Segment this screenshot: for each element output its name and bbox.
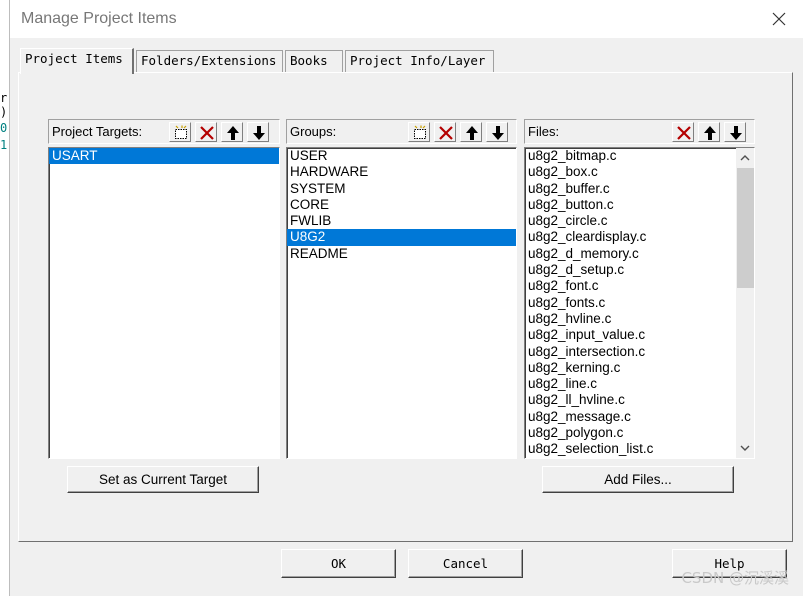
list-item-group[interactable]: USER xyxy=(287,148,516,164)
move-up-icon[interactable] xyxy=(221,122,243,142)
files-list-content: u8g2_bitmap.c u8g2_box.c u8g2_buffer.c u… xyxy=(525,148,754,458)
files-label: Files: xyxy=(528,124,560,139)
move-up-icon[interactable] xyxy=(460,122,482,142)
list-item-file[interactable]: u8g2_font.c xyxy=(525,278,734,294)
list-item-file[interactable]: u8g2_d_setup.c xyxy=(525,262,734,278)
list-item-file[interactable]: u8g2_bitmap.c xyxy=(525,148,734,164)
background-text-line: ) xyxy=(0,105,8,119)
list-item-file[interactable]: u8g2_d_memory.c xyxy=(525,246,734,262)
list-item-group[interactable]: U8G2 xyxy=(287,229,516,246)
new-group-icon[interactable] xyxy=(408,122,430,142)
window-title: Manage Project Items xyxy=(21,10,177,27)
tab-folders-extensions[interactable]: Folders/Extensions xyxy=(136,50,283,72)
project-targets-label: Project Targets: xyxy=(52,124,143,139)
list-item-file[interactable]: u8g2_polygon.c xyxy=(525,425,734,441)
list-item-group[interactable]: SYSTEM xyxy=(287,181,516,197)
tab-books[interactable]: Books xyxy=(285,50,343,72)
list-item-file[interactable]: u8g2_selection_list.c xyxy=(525,441,734,457)
groups-label: Groups: xyxy=(290,124,337,139)
new-target-icon[interactable] xyxy=(169,122,191,142)
project-targets-list[interactable]: USART xyxy=(48,147,280,459)
files-header: Files: xyxy=(524,119,755,144)
list-item-target[interactable]: USART xyxy=(49,148,279,165)
scroll-up-icon[interactable] xyxy=(736,149,754,167)
list-item-group[interactable]: CORE xyxy=(287,197,516,213)
tab-project-items[interactable]: Project Items xyxy=(20,48,134,74)
list-item-group[interactable]: HARDWARE xyxy=(287,164,516,180)
move-down-icon[interactable] xyxy=(486,122,508,142)
tab-project-info-layer[interactable]: Project Info/Layer xyxy=(345,50,494,72)
list-item-file[interactable]: u8g2_button.c xyxy=(525,197,734,213)
list-item-file[interactable]: u8g2_line.c xyxy=(525,376,734,392)
scroll-down-icon[interactable] xyxy=(736,439,754,457)
delete-target-icon[interactable] xyxy=(195,122,217,142)
scroll-thumb[interactable] xyxy=(737,168,754,288)
list-item-file[interactable]: u8g2_hvline.c xyxy=(525,311,734,327)
list-item-file[interactable]: u8g2_fonts.c xyxy=(525,295,734,311)
move-down-icon[interactable] xyxy=(724,122,746,142)
files-scrollbar[interactable] xyxy=(736,148,754,458)
background-text-line: 1 xyxy=(0,138,8,152)
files-group: Files: u8g2_bitmap.c u8g2_box.c u8g2_buf… xyxy=(524,119,755,459)
list-item-file[interactable]: u8g2_input_value.c xyxy=(525,327,734,343)
list-item-file[interactable]: u8g2_kerning.c xyxy=(525,360,734,376)
background-text-line: 0 xyxy=(0,121,8,135)
move-down-icon[interactable] xyxy=(247,122,269,142)
background-text-line: r xyxy=(0,91,8,105)
project-targets-group: Project Targets: USART xyxy=(48,119,280,459)
delete-file-icon[interactable] xyxy=(672,122,694,142)
list-item-file[interactable]: u8g2_intersection.c xyxy=(525,344,734,360)
delete-group-icon[interactable] xyxy=(434,122,456,142)
files-list[interactable]: u8g2_bitmap.c u8g2_box.c u8g2_buffer.c u… xyxy=(524,147,755,459)
csdn-watermark: CSDN @沉溪溪 xyxy=(681,569,789,587)
list-item-file[interactable]: u8g2_cleardisplay.c xyxy=(525,229,734,245)
set-current-target-button[interactable]: Set as Current Target xyxy=(67,466,259,493)
move-up-icon[interactable] xyxy=(698,122,720,142)
list-item-file[interactable]: u8g2_box.c xyxy=(525,164,734,180)
project-targets-header: Project Targets: xyxy=(48,119,280,144)
list-item-group[interactable]: FWLIB xyxy=(287,213,516,229)
close-icon[interactable] xyxy=(770,10,788,28)
groups-group: Groups: USER HARDWARE SYSTEM CORE FWLIB … xyxy=(286,119,517,459)
list-item-file[interactable]: u8g2_message.c xyxy=(525,409,734,425)
list-item-file[interactable]: u8g2_ll_hvline.c xyxy=(525,392,734,408)
ok-button[interactable]: OK xyxy=(281,549,396,578)
list-item-file[interactable]: u8g2_circle.c xyxy=(525,213,734,229)
title-bar: Manage Project Items xyxy=(10,0,803,38)
list-item-group[interactable]: README xyxy=(287,246,516,262)
groups-list[interactable]: USER HARDWARE SYSTEM CORE FWLIB U8G2 REA… xyxy=(286,147,517,459)
add-files-button[interactable]: Add Files... xyxy=(542,466,734,493)
list-item-file[interactable]: u8g2_buffer.c xyxy=(525,181,734,197)
groups-header: Groups: xyxy=(286,119,517,144)
cancel-button[interactable]: Cancel xyxy=(408,549,523,578)
manage-project-items-dialog: Manage Project Items Project Items Folde… xyxy=(9,0,803,596)
